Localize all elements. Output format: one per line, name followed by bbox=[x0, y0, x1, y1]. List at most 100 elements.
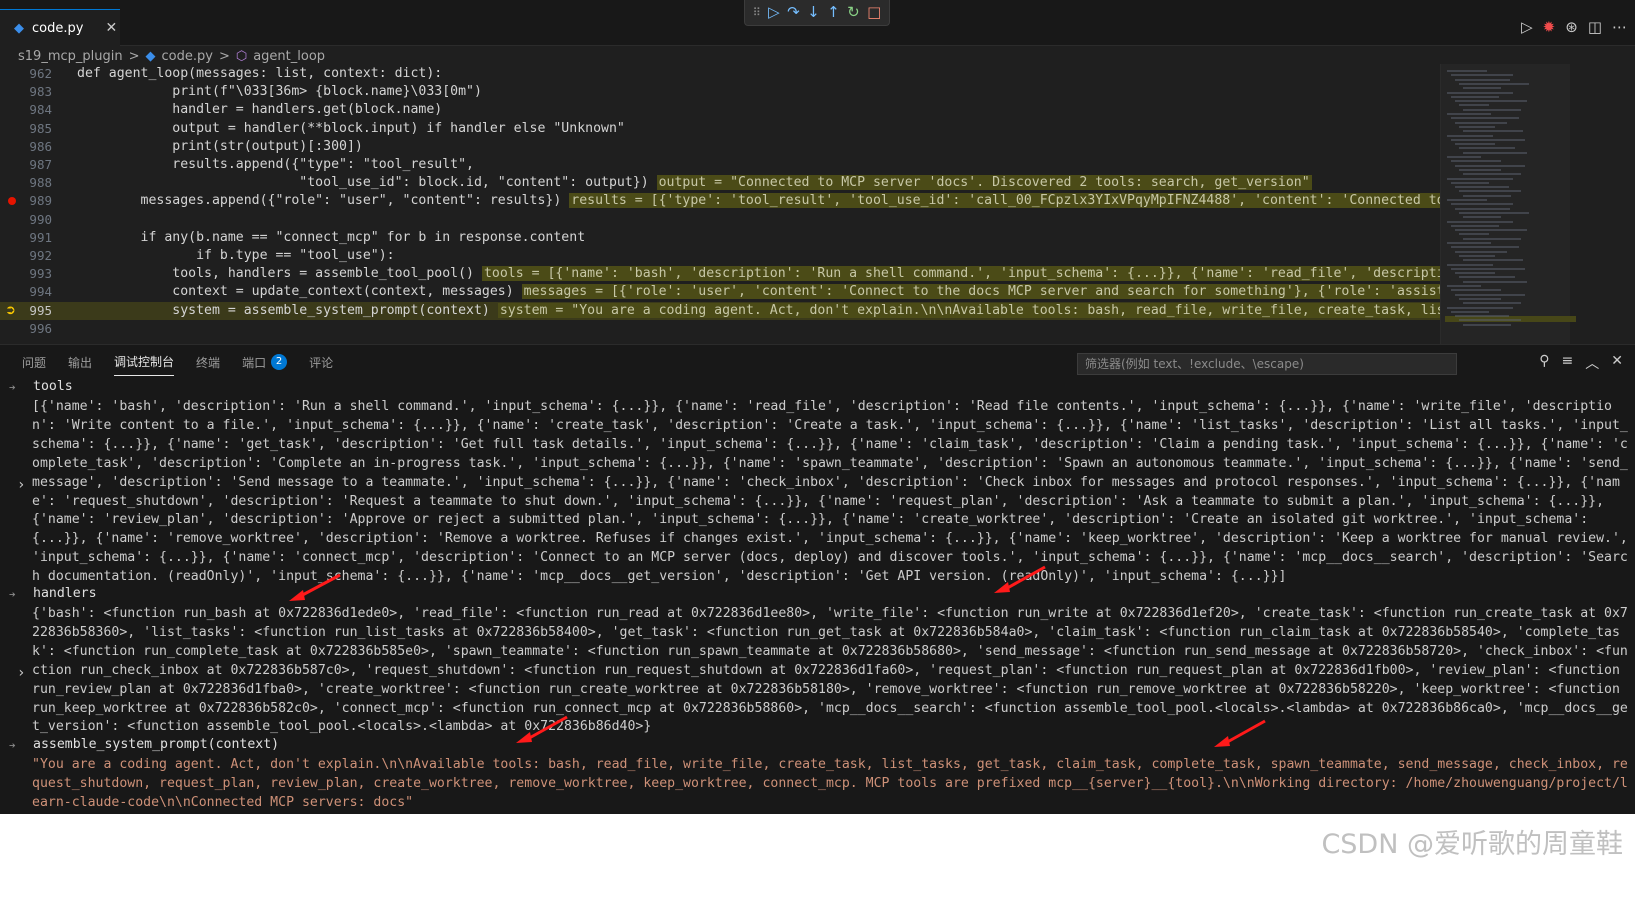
minimap-code-stroke bbox=[1463, 151, 1527, 154]
minimap-code-stroke bbox=[1459, 233, 1489, 236]
minimap-code-stroke bbox=[1451, 117, 1519, 120]
line-number: 988 bbox=[29, 175, 52, 191]
line-number: 995 bbox=[29, 302, 52, 318]
code-line-986[interactable]: 986 print(str(output)[:300]) bbox=[0, 138, 1440, 156]
code-line-988[interactable]: 988 "tool_use_id": block.id, "content": … bbox=[0, 174, 1440, 192]
code-line-987[interactable]: 987 results.append({"type": "tool_result… bbox=[0, 156, 1440, 174]
code-content: if any(b.name == "connect_mcp" for b in … bbox=[77, 229, 586, 245]
debug-icon[interactable]: ✹ bbox=[1543, 18, 1556, 36]
code-content: def agent_loop(messages: list, context: … bbox=[77, 66, 443, 81]
minimap[interactable] bbox=[1440, 64, 1635, 344]
line-number: 962 bbox=[29, 66, 52, 81]
line-number: 987 bbox=[29, 157, 52, 172]
code-text: print(str(output)[:300]) bbox=[77, 138, 363, 156]
code-content: output = handler(**block.input) if handl… bbox=[77, 120, 625, 136]
minimap-code-stroke bbox=[1451, 224, 1499, 227]
code-line-993[interactable]: 993 tools, handlers = assemble_tool_pool… bbox=[0, 265, 1440, 283]
code-text: if any(b.name == "connect_mcp" for b in … bbox=[77, 229, 586, 247]
console-result[interactable]: {'bash': <function run_bash at 0x722836d… bbox=[32, 605, 1632, 737]
tab-comments[interactable]: 评论 bbox=[309, 353, 333, 376]
minimap-code-stroke bbox=[1451, 310, 1489, 313]
console-result[interactable]: "You are a coding agent. Act, don't expl… bbox=[32, 756, 1632, 813]
code-content: print(f"\033[36m> {block.name}\033[0m") bbox=[77, 84, 482, 100]
breadcrumb-folder[interactable]: s19_mcp_plugin bbox=[18, 49, 123, 64]
restart-icon[interactable]: ↻ bbox=[847, 5, 860, 20]
continue-icon[interactable]: ▷ bbox=[768, 5, 780, 20]
code-line-992[interactable]: 992 if b.type == "tool_use"): bbox=[0, 247, 1440, 265]
console-result[interactable]: [{'name': 'bash', 'description': 'Run a … bbox=[32, 398, 1632, 587]
code-line-991[interactable]: 991 if any(b.name == "connect_mcp" for b… bbox=[0, 229, 1440, 247]
expression-arrow-icon: ➔ bbox=[9, 588, 16, 601]
tab-problems[interactable]: 问题 bbox=[22, 353, 46, 376]
code-line-989[interactable]: 989 messages.append({"role": "user", "co… bbox=[0, 192, 1440, 210]
line-number: 993 bbox=[29, 266, 52, 282]
code-line-984[interactable]: 984 handler = handlers.get(block.name) bbox=[0, 101, 1440, 119]
code-text: if b.type == "tool_use"): bbox=[77, 247, 395, 265]
step-over-icon[interactable]: ↷ bbox=[787, 5, 800, 20]
line-number: 983 bbox=[29, 84, 52, 100]
tab-ports-label: 端口 bbox=[242, 355, 267, 370]
inline-value: messages = [{'role': 'user', 'content': … bbox=[521, 284, 1440, 300]
minimap-code-stroke bbox=[1459, 319, 1521, 322]
minimap-code-stroke bbox=[1447, 199, 1487, 201]
step-into-icon[interactable]: ↓ bbox=[807, 5, 820, 20]
debug-console-output[interactable]: ➔ tools › [{'name': 'bash', 'description… bbox=[0, 377, 1635, 815]
minimap-code-stroke bbox=[1459, 276, 1515, 279]
minimap-code-stroke bbox=[1447, 177, 1513, 180]
minimap-code-stroke bbox=[1463, 259, 1523, 262]
expression-arrow-icon: ➔ bbox=[9, 739, 16, 752]
chatgpt-icon[interactable]: ⊛ bbox=[1565, 18, 1578, 36]
minimap-code-stroke bbox=[1455, 121, 1507, 124]
minimap-code-stroke bbox=[1459, 211, 1529, 214]
expand-chevron-icon[interactable]: › bbox=[17, 665, 25, 681]
clear-console-icon[interactable]: ≡ bbox=[1562, 353, 1574, 373]
minimap-code-stroke bbox=[1463, 280, 1527, 283]
breadcrumb-symbol[interactable]: agent_loop bbox=[253, 49, 325, 64]
panel-actions: ⚲ ≡ ︿ ✕ bbox=[1539, 353, 1623, 373]
minimap-code-stroke bbox=[1447, 306, 1513, 309]
maximize-panel-icon[interactable]: ︿ bbox=[1585, 353, 1599, 373]
tab-output[interactable]: 输出 bbox=[68, 353, 92, 376]
run-file-icon[interactable]: ▷ bbox=[1521, 18, 1533, 36]
console-filter-input[interactable]: 筛选器(例如 text、!exclude、\escape) bbox=[1077, 353, 1457, 375]
current-execution-arrow-icon[interactable]: ➲ bbox=[5, 303, 16, 318]
code-line-996[interactable]: 996 bbox=[0, 320, 1440, 338]
tab-terminal[interactable]: 终端 bbox=[196, 353, 220, 376]
more-actions-icon[interactable]: ⋯ bbox=[1612, 18, 1627, 36]
line-number: 986 bbox=[29, 138, 52, 154]
line-number: 984 bbox=[29, 102, 52, 118]
minimap-code-stroke bbox=[1447, 220, 1513, 223]
minimap-code-stroke bbox=[1455, 293, 1525, 296]
tab-ports[interactable]: 端口 2 bbox=[242, 353, 288, 376]
editor-tab-code-py[interactable]: ◆ code.py ✕ bbox=[0, 9, 120, 46]
close-panel-icon[interactable]: ✕ bbox=[1611, 353, 1623, 373]
breadcrumb-file[interactable]: code.py bbox=[162, 49, 213, 64]
code-content: system = assemble_system_prompt(context) bbox=[77, 302, 490, 318]
search-icon[interactable]: ⚲ bbox=[1539, 353, 1549, 373]
code-line-985[interactable]: 985 output = handler(**block.input) if h… bbox=[0, 120, 1440, 138]
line-number: 985 bbox=[29, 120, 52, 136]
code-text: system = assemble_system_prompt(context)… bbox=[77, 302, 1440, 320]
minimap-code-stroke bbox=[1459, 190, 1521, 193]
drag-handle-icon[interactable]: ⠿ bbox=[753, 7, 761, 18]
expand-chevron-icon[interactable]: › bbox=[17, 477, 25, 493]
stop-icon[interactable]: □ bbox=[867, 5, 881, 20]
minimap-code-stroke bbox=[1455, 229, 1527, 232]
code-text: tools, handlers = assemble_tool_pool() t… bbox=[77, 265, 1440, 283]
tab-debug-console[interactable]: 调试控制台 bbox=[114, 353, 175, 376]
code-line-983[interactable]: 983 print(f"\033[36m> {block.name}\033[0… bbox=[0, 83, 1440, 101]
line-number: 994 bbox=[29, 284, 52, 300]
console-expression: handlers bbox=[33, 586, 97, 601]
code-editor[interactable]: 962 def agent_loop(messages: list, contex… bbox=[0, 64, 1440, 344]
breadcrumb: s19_mcp_plugin > ◆ code.py > ⬡ agent_loo… bbox=[18, 46, 325, 66]
code-line-995[interactable]: ➲ 995 system = assemble_system_prompt(con… bbox=[0, 301, 1440, 320]
minimap-code-stroke bbox=[1463, 87, 1501, 90]
split-editor-icon[interactable]: ◫ bbox=[1588, 18, 1602, 36]
code-line-962[interactable]: 962 def agent_loop(messages: list, contex… bbox=[0, 65, 1440, 83]
code-line-990[interactable]: 990 bbox=[0, 211, 1440, 229]
breakpoint-icon[interactable] bbox=[8, 197, 16, 206]
minimap-code-stroke bbox=[1447, 113, 1491, 115]
step-out-icon[interactable]: ↑ bbox=[827, 5, 840, 20]
close-tab-icon[interactable]: ✕ bbox=[105, 20, 117, 36]
code-line-994[interactable]: 994 context = update_context(context, me… bbox=[0, 283, 1440, 301]
